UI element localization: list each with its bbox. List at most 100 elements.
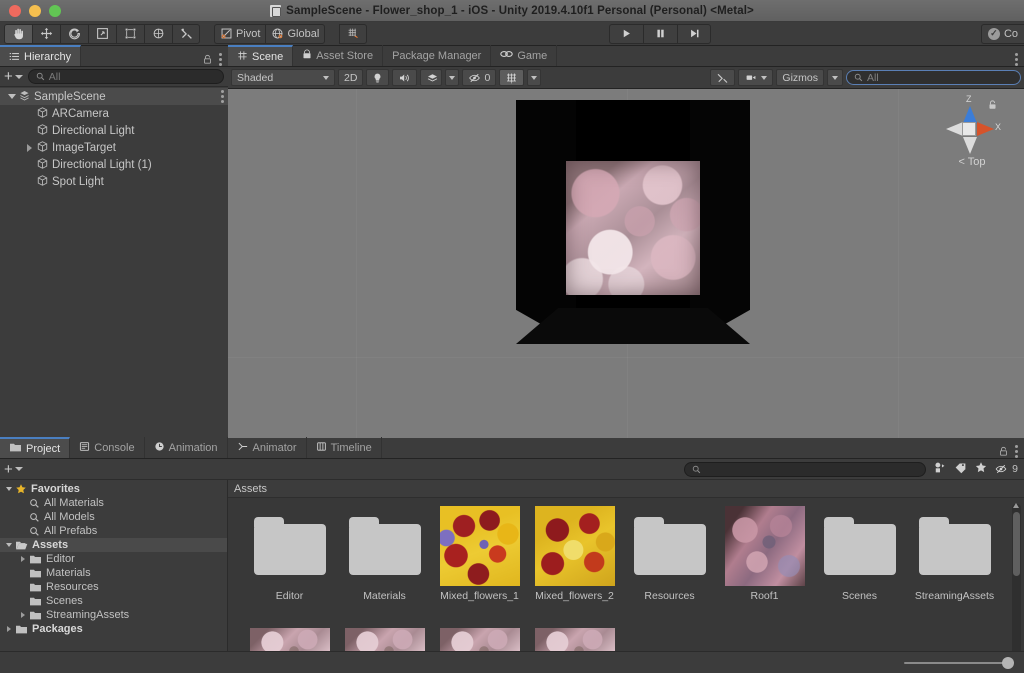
- grid-dropdown[interactable]: [527, 69, 542, 86]
- pause-button[interactable]: [643, 23, 677, 44]
- asset-item-streamingassets[interactable]: StreamingAssets: [907, 506, 1002, 602]
- hierarchy-menu-icon[interactable]: [219, 53, 222, 66]
- hierarchy-search-input[interactable]: All: [27, 69, 224, 84]
- project-menu-icon[interactable]: [1015, 445, 1018, 458]
- custom-tool-button[interactable]: [172, 23, 200, 44]
- shading-mode-dropdown[interactable]: Shaded: [231, 69, 335, 86]
- twisty[interactable]: [5, 94, 18, 99]
- favorite-star-icon[interactable]: [974, 461, 988, 477]
- project-tree-item-resources[interactable]: Resources: [0, 580, 227, 594]
- collab-button[interactable]: ✓ Co: [980, 23, 1024, 44]
- axis-x-cone[interactable]: [977, 122, 994, 136]
- tab-animator[interactable]: Animator: [228, 437, 307, 458]
- toggle-2d-button[interactable]: 2D: [338, 69, 364, 86]
- fx-toggle-button[interactable]: [420, 69, 443, 86]
- scene-camera-button[interactable]: [738, 69, 774, 86]
- gizmos-button[interactable]: Gizmos: [776, 69, 824, 86]
- asset-item-scenes[interactable]: Scenes: [812, 506, 907, 602]
- asset-grid: Editor Materials Mixed_flowers_1 Mixed_flow…: [228, 498, 1024, 672]
- tab-scene[interactable]: Scene: [228, 45, 294, 66]
- project-hidden-toggle[interactable]: 9: [994, 463, 1018, 475]
- project-tree-item-favorites[interactable]: Favorites: [0, 482, 227, 496]
- project-tree-item-materials[interactable]: Materials: [0, 566, 227, 580]
- twisty[interactable]: [16, 612, 29, 618]
- scene-object-room[interactable]: [516, 100, 750, 344]
- project-tree-item-streamingassets[interactable]: StreamingAssets: [0, 608, 227, 622]
- fx-dropdown[interactable]: [445, 69, 460, 86]
- axis-center-cube[interactable]: [962, 122, 976, 136]
- tab-timeline[interactable]: Timeline: [307, 437, 382, 458]
- asset-item-mixed-flowers-1[interactable]: Mixed_flowers_1: [432, 506, 527, 602]
- scroll-up-arrow-icon[interactable]: [1013, 503, 1019, 508]
- axis-z-cone[interactable]: [963, 106, 977, 123]
- grid-visibility-button[interactable]: Y: [499, 69, 525, 86]
- hierarchy-item-spot-light[interactable]: Spot Light: [0, 173, 228, 190]
- asset-item-resources[interactable]: Resources: [622, 506, 717, 602]
- project-tree-item-all-models[interactable]: All Models: [0, 510, 227, 524]
- step-button[interactable]: [677, 23, 711, 44]
- hierarchy-item-arcamera[interactable]: ARCamera: [0, 105, 228, 122]
- project-tree-label: Packages: [32, 623, 83, 635]
- rotate-tool-button[interactable]: [60, 23, 88, 44]
- pivot-button[interactable]: Pivot: [214, 23, 266, 44]
- asset-item-mixed-flowers-2[interactable]: Mixed_flowers_2: [527, 506, 622, 602]
- asset-zoom-slider[interactable]: [904, 656, 1014, 669]
- project-tree-item-scenes[interactable]: Scenes: [0, 594, 227, 608]
- asset-item-roof1[interactable]: Roof1: [717, 506, 812, 602]
- twisty[interactable]: [2, 487, 15, 491]
- asset-item-editor[interactable]: Editor: [242, 506, 337, 602]
- transform-tool-button[interactable]: [144, 23, 172, 44]
- axis-negative-x-cone[interactable]: [946, 122, 963, 136]
- grid-snap-icon[interactable]: [339, 23, 368, 44]
- lighting-toggle-button[interactable]: [366, 69, 390, 86]
- global-button[interactable]: Global: [265, 23, 326, 44]
- play-button[interactable]: [609, 23, 643, 44]
- scene-menu-icon[interactable]: [1015, 53, 1018, 66]
- tab-project[interactable]: Project: [0, 437, 71, 458]
- hierarchy-row-menu-icon[interactable]: [221, 90, 224, 103]
- gizmo-lock-icon[interactable]: [987, 99, 998, 114]
- tab-animation[interactable]: Animation: [145, 437, 228, 458]
- project-tree-item-all-materials[interactable]: All Materials: [0, 496, 227, 510]
- hidden-objects-button[interactable]: 0: [462, 69, 497, 86]
- hierarchy-item-samplescene[interactable]: SampleScene: [0, 88, 228, 105]
- twisty[interactable]: [2, 626, 15, 632]
- tab-asset-store[interactable]: Asset Store: [293, 45, 384, 66]
- audio-toggle-button[interactable]: [392, 69, 418, 86]
- twisty[interactable]: [2, 543, 15, 547]
- project-search-input[interactable]: [683, 461, 927, 477]
- project-tree-item-all-prefabs[interactable]: All Prefabs: [0, 524, 227, 538]
- filter-by-label-icon[interactable]: [953, 461, 968, 477]
- rect-tool-button[interactable]: [116, 23, 144, 44]
- move-tool-button[interactable]: [32, 23, 60, 44]
- hierarchy-item-directional-light[interactable]: Directional Light: [0, 122, 228, 139]
- project-add-button[interactable]: +: [4, 462, 23, 477]
- project-tree-item-packages[interactable]: Packages: [0, 622, 227, 636]
- hierarchy-add-button[interactable]: +: [4, 69, 23, 84]
- tab-package-manager[interactable]: Package Manager: [383, 45, 492, 66]
- tab-game[interactable]: Game: [491, 45, 558, 66]
- camera-view-label[interactable]: < Top: [944, 156, 1000, 168]
- hand-tool-button[interactable]: [4, 23, 32, 44]
- breadcrumb[interactable]: Assets: [228, 480, 1024, 498]
- hierarchy-item-directional-light-1[interactable]: Directional Light (1): [0, 156, 228, 173]
- tab-hierarchy[interactable]: Hierarchy: [0, 45, 82, 66]
- scene-viewport[interactable]: Z X < Top: [228, 89, 1024, 459]
- project-tree-item-editor[interactable]: Editor: [0, 552, 227, 566]
- asset-item-materials[interactable]: Materials: [337, 506, 432, 602]
- filter-by-type-icon[interactable]: [932, 461, 947, 477]
- project-tree-item-assets[interactable]: Assets: [0, 538, 227, 552]
- scale-tool-button[interactable]: [88, 23, 116, 44]
- gizmos-dropdown[interactable]: [827, 69, 843, 86]
- axis-negative-z-cone[interactable]: [963, 137, 977, 154]
- scene-search-input[interactable]: All: [846, 70, 1021, 85]
- zoom-slider-knob[interactable]: [1002, 656, 1014, 669]
- tab-label: Console: [94, 441, 135, 454]
- twisty[interactable]: [16, 556, 29, 562]
- asset-grid-scrollbar[interactable]: [1012, 503, 1021, 664]
- twisty[interactable]: [23, 143, 36, 152]
- tab-console[interactable]: Console: [70, 437, 145, 458]
- scene-axis-gizmo[interactable]: Z X < Top: [938, 94, 1002, 179]
- scene-tools-button[interactable]: [710, 69, 736, 86]
- hierarchy-item-imagetarget[interactable]: ImageTarget: [0, 139, 228, 156]
